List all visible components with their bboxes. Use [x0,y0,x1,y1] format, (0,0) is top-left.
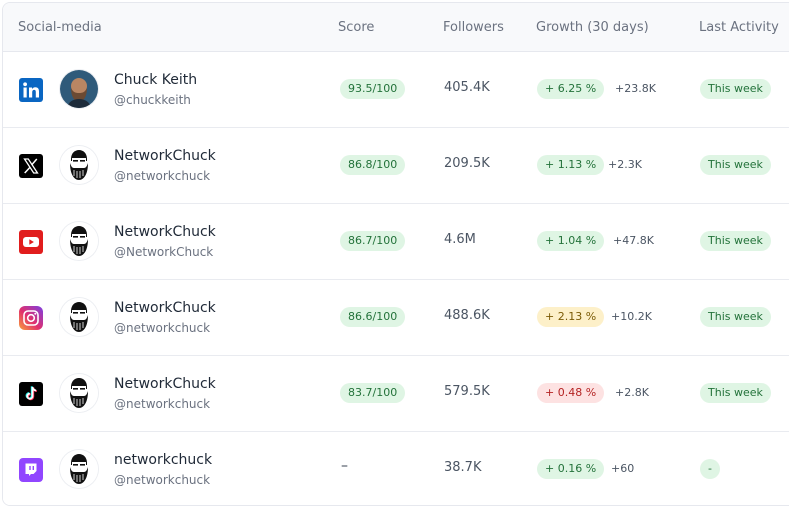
growth-delta: +60 [611,462,635,475]
score-badge: 86.6/100 [340,307,406,327]
growth-badge: + 1.04 % [537,231,605,251]
photo-avatar[interactable] [60,70,98,108]
account-handle: @networkchuck [114,169,211,183]
account-name[interactable]: NetworkChuck [114,224,216,240]
account-handle: @networkchuck [114,397,211,411]
column-header-last-activity[interactable]: Last Activity [699,20,779,35]
x-icon [19,154,43,178]
score-badge: 86.7/100 [340,231,406,251]
bearded-logo-avatar[interactable] [60,222,98,260]
followers-count: 4.6M [444,232,476,247]
score-badge: 83.7/100 [340,383,406,403]
growth-delta: +2.8K [615,386,649,399]
growth-badge: + 2.13 % [537,307,605,327]
table-row[interactable]: networkchuck @networkchuck – 38.7K + 0.1… [3,432,789,505]
tiktok-icon [19,382,43,406]
growth-delta: +23.8K [615,82,656,95]
growth-delta: +47.8K [613,234,654,247]
last-activity-badge: This week [700,79,771,99]
followers-count: 488.6K [444,308,490,323]
column-header-social-media[interactable]: Social-media [18,20,102,35]
account-handle: @NetworkChuck [114,245,214,259]
score-badge: 93.5/100 [340,79,406,99]
score-badge: 86.8/100 [340,155,406,175]
table-row[interactable]: NetworkChuck @NetworkChuck 86.7/100 4.6M… [3,204,789,280]
table-row[interactable]: Chuck Keith @chuckkeith 93.5/100 405.4K … [3,52,789,128]
column-header-score[interactable]: Score [338,20,374,35]
column-header-followers[interactable]: Followers [443,20,504,35]
account-handle: @chuckkeith [114,93,191,107]
last-activity-badge: This week [700,383,771,403]
score-empty: – [341,458,348,474]
bearded-logo-avatar[interactable] [60,298,98,336]
last-activity-badge: This week [700,155,771,175]
instagram-icon [19,306,43,330]
account-handle: @networkchuck [114,321,211,335]
account-name[interactable]: NetworkChuck [114,148,216,164]
twitch-icon [19,458,43,482]
followers-count: 209.5K [444,156,490,171]
social-media-table: Social-media Score Followers Growth (30 … [2,2,789,506]
followers-count: 405.4K [444,80,490,95]
account-name[interactable]: Chuck Keith [114,72,197,88]
account-name[interactable]: networkchuck [114,452,212,468]
growth-delta: +10.2K [611,310,652,323]
growth-badge: + 0.16 % [537,459,605,479]
table-row[interactable]: NetworkChuck @networkchuck 86.6/100 488.… [3,280,789,356]
column-header-growth[interactable]: Growth (30 days) [536,20,649,35]
growth-badge: + 6.25 % [537,79,605,99]
table-row[interactable]: NetworkChuck @networkchuck 86.8/100 209.… [3,128,789,204]
followers-count: 38.7K [444,460,482,475]
youtube-icon [19,230,43,254]
table-row[interactable]: NetworkChuck @networkchuck 83.7/100 579.… [3,356,789,432]
growth-delta: +2.3K [608,158,642,171]
linkedin-icon [19,78,43,102]
bearded-logo-avatar[interactable] [60,450,98,488]
bearded-logo-avatar[interactable] [60,374,98,412]
growth-badge: + 0.48 % [537,383,605,403]
account-name[interactable]: NetworkChuck [114,300,216,316]
bearded-logo-avatar[interactable] [60,146,98,184]
account-handle: @networkchuck [114,473,211,487]
last-activity-badge: This week [700,307,771,327]
last-activity-badge: This week [700,231,771,251]
account-name[interactable]: NetworkChuck [114,376,216,392]
growth-badge: + 1.13 % [537,155,605,175]
table-header: Social-media Score Followers Growth (30 … [3,3,789,52]
followers-count: 579.5K [444,384,490,399]
last-activity-badge: - [700,459,720,479]
